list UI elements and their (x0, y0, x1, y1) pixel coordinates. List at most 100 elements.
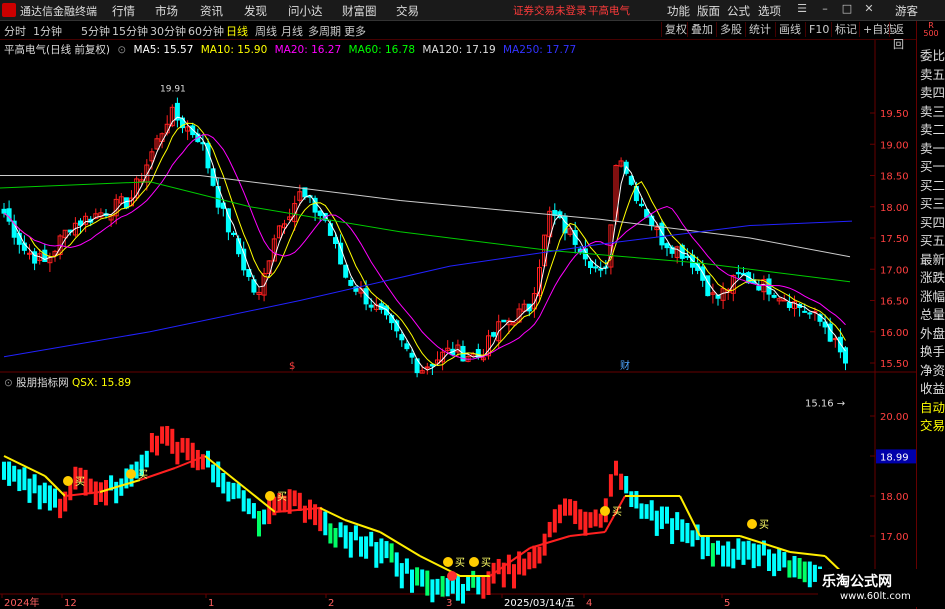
indicator-bar (700, 536, 705, 560)
candle-body (343, 264, 349, 278)
candle-body (501, 319, 507, 323)
indicator-bar (563, 498, 567, 516)
sidebar-item-7[interactable]: 买二 (920, 175, 945, 194)
indicator-bar (547, 521, 552, 538)
sidebar-item-20[interactable]: 交易 (920, 415, 945, 434)
indicator-bar (2, 461, 6, 480)
sidebar-item-2[interactable]: 卖四 (920, 82, 945, 101)
buy-smiley-icon (126, 469, 136, 479)
indicator-bar (787, 560, 792, 578)
candle-body (409, 352, 415, 358)
indicator-bar (27, 478, 32, 503)
indicator-bar (404, 558, 409, 574)
sidebar-item-4[interactable]: 卖二 (920, 119, 945, 138)
indicator-bar (221, 472, 226, 494)
sidebar-item-8[interactable]: 买三 (920, 193, 945, 212)
buy-smiley-icon (600, 506, 610, 516)
indicator-bar (343, 525, 348, 549)
indicator-bar (211, 464, 216, 483)
candle-body (333, 237, 338, 244)
sidebar-item-1[interactable]: 卖五 (920, 64, 945, 83)
indicator-bar (557, 504, 562, 524)
indicator-bar (155, 435, 159, 456)
indicator-bar (267, 499, 272, 525)
sidebar-item-6[interactable]: 买一 (920, 156, 945, 175)
sidebar-item-0[interactable]: 委比 (920, 45, 945, 64)
indicator-bar (537, 546, 542, 564)
sidebar-item-12[interactable]: 涨跌 (920, 267, 945, 286)
candle-body (389, 315, 395, 324)
indicator-bar (746, 540, 751, 560)
indicator-bar (644, 504, 649, 519)
indicator-bar (649, 500, 654, 521)
buy-smiley-icon (747, 519, 757, 529)
event-mark-finance: 财 (620, 359, 630, 372)
candle-body (664, 243, 670, 249)
sidebar-item-15[interactable]: 外盘 (920, 323, 945, 342)
indicator-bar (573, 500, 578, 525)
indicator-bar (241, 490, 246, 512)
buy-smiley-icon (63, 476, 73, 486)
indicator-bar (338, 522, 343, 538)
ma5-label: MA5: 15.57 (133, 44, 194, 56)
sidebar-item-19[interactable]: 自动 (920, 397, 945, 416)
buy-smiley-icon (469, 557, 479, 567)
signal-line (569, 531, 606, 537)
indicator-bar (384, 541, 389, 559)
indicator-bar (654, 510, 659, 536)
sidebar-item-9[interactable]: 买四 (920, 212, 945, 231)
ind-tick-label: 20.00 (880, 412, 909, 423)
indicator-bar (114, 481, 119, 504)
indicator-bar (399, 563, 404, 589)
indicator-bar (471, 570, 476, 588)
indicator-bar (236, 483, 241, 499)
date-label: 1 (208, 598, 214, 609)
indicator-bar (807, 561, 812, 588)
settings-icon[interactable]: ⊙ (117, 44, 126, 56)
sidebar-item-3[interactable]: 卖三 (920, 101, 945, 120)
kline-chart-svg[interactable]: 19.50 19.00 18.50 18.00 17.50 17.00 16.50 16.00… (0, 0, 916, 609)
indicator-bar (231, 482, 236, 500)
buy-smiley-icon (265, 491, 275, 501)
indicator-bar (639, 503, 644, 519)
indicator-bar (53, 488, 57, 508)
high-price-label: 19.91 (160, 84, 186, 94)
sidebar-item-17[interactable]: 净资 (920, 360, 945, 379)
indicator-bar (726, 541, 731, 567)
indicator-bar (104, 480, 108, 506)
candle-body (399, 334, 405, 341)
sidebar-r-badge[interactable]: R 500 (919, 22, 943, 38)
indicator-bar (180, 437, 185, 453)
indicator-bar (251, 503, 256, 519)
sidebar-item-5[interactable]: 卖一 (920, 138, 945, 157)
sidebar-item-13[interactable]: 涨幅 (920, 286, 945, 305)
date-label: 4 (586, 598, 592, 609)
ma20-label: MA20: 16.27 (274, 44, 342, 56)
candle-body (588, 261, 593, 268)
indicator-bar (445, 577, 450, 597)
ma120-line (0, 175, 851, 258)
indicator-settings-icon[interactable]: ⊙ (4, 377, 13, 389)
sell-marker-icon (447, 571, 457, 581)
indicator-bar (450, 579, 455, 594)
sidebar-item-11[interactable]: 最新 (920, 249, 945, 268)
buy-label: 买 (138, 469, 148, 481)
indicator-bar (333, 528, 338, 548)
indicator-bar (705, 535, 710, 557)
candle-body (598, 268, 604, 271)
sidebar-item-18[interactable]: 收益 (920, 378, 945, 397)
indicator-bar (262, 509, 267, 525)
indicator-bar (430, 579, 435, 603)
indicator-bar (588, 512, 593, 528)
indicator-bar (369, 531, 374, 547)
indicator-bar (328, 523, 333, 544)
indicator-bar (37, 485, 42, 510)
sidebar-item-10[interactable]: 买五 (920, 230, 945, 249)
candle-body (368, 304, 374, 308)
sidebar-item-16[interactable]: 换手 (920, 341, 945, 360)
indicator-bar (552, 509, 557, 533)
signal-line (789, 551, 826, 557)
sidebar-item-14[interactable]: 总量 (920, 304, 945, 323)
indicator-bar (634, 491, 639, 509)
indicator-bar (190, 442, 195, 468)
